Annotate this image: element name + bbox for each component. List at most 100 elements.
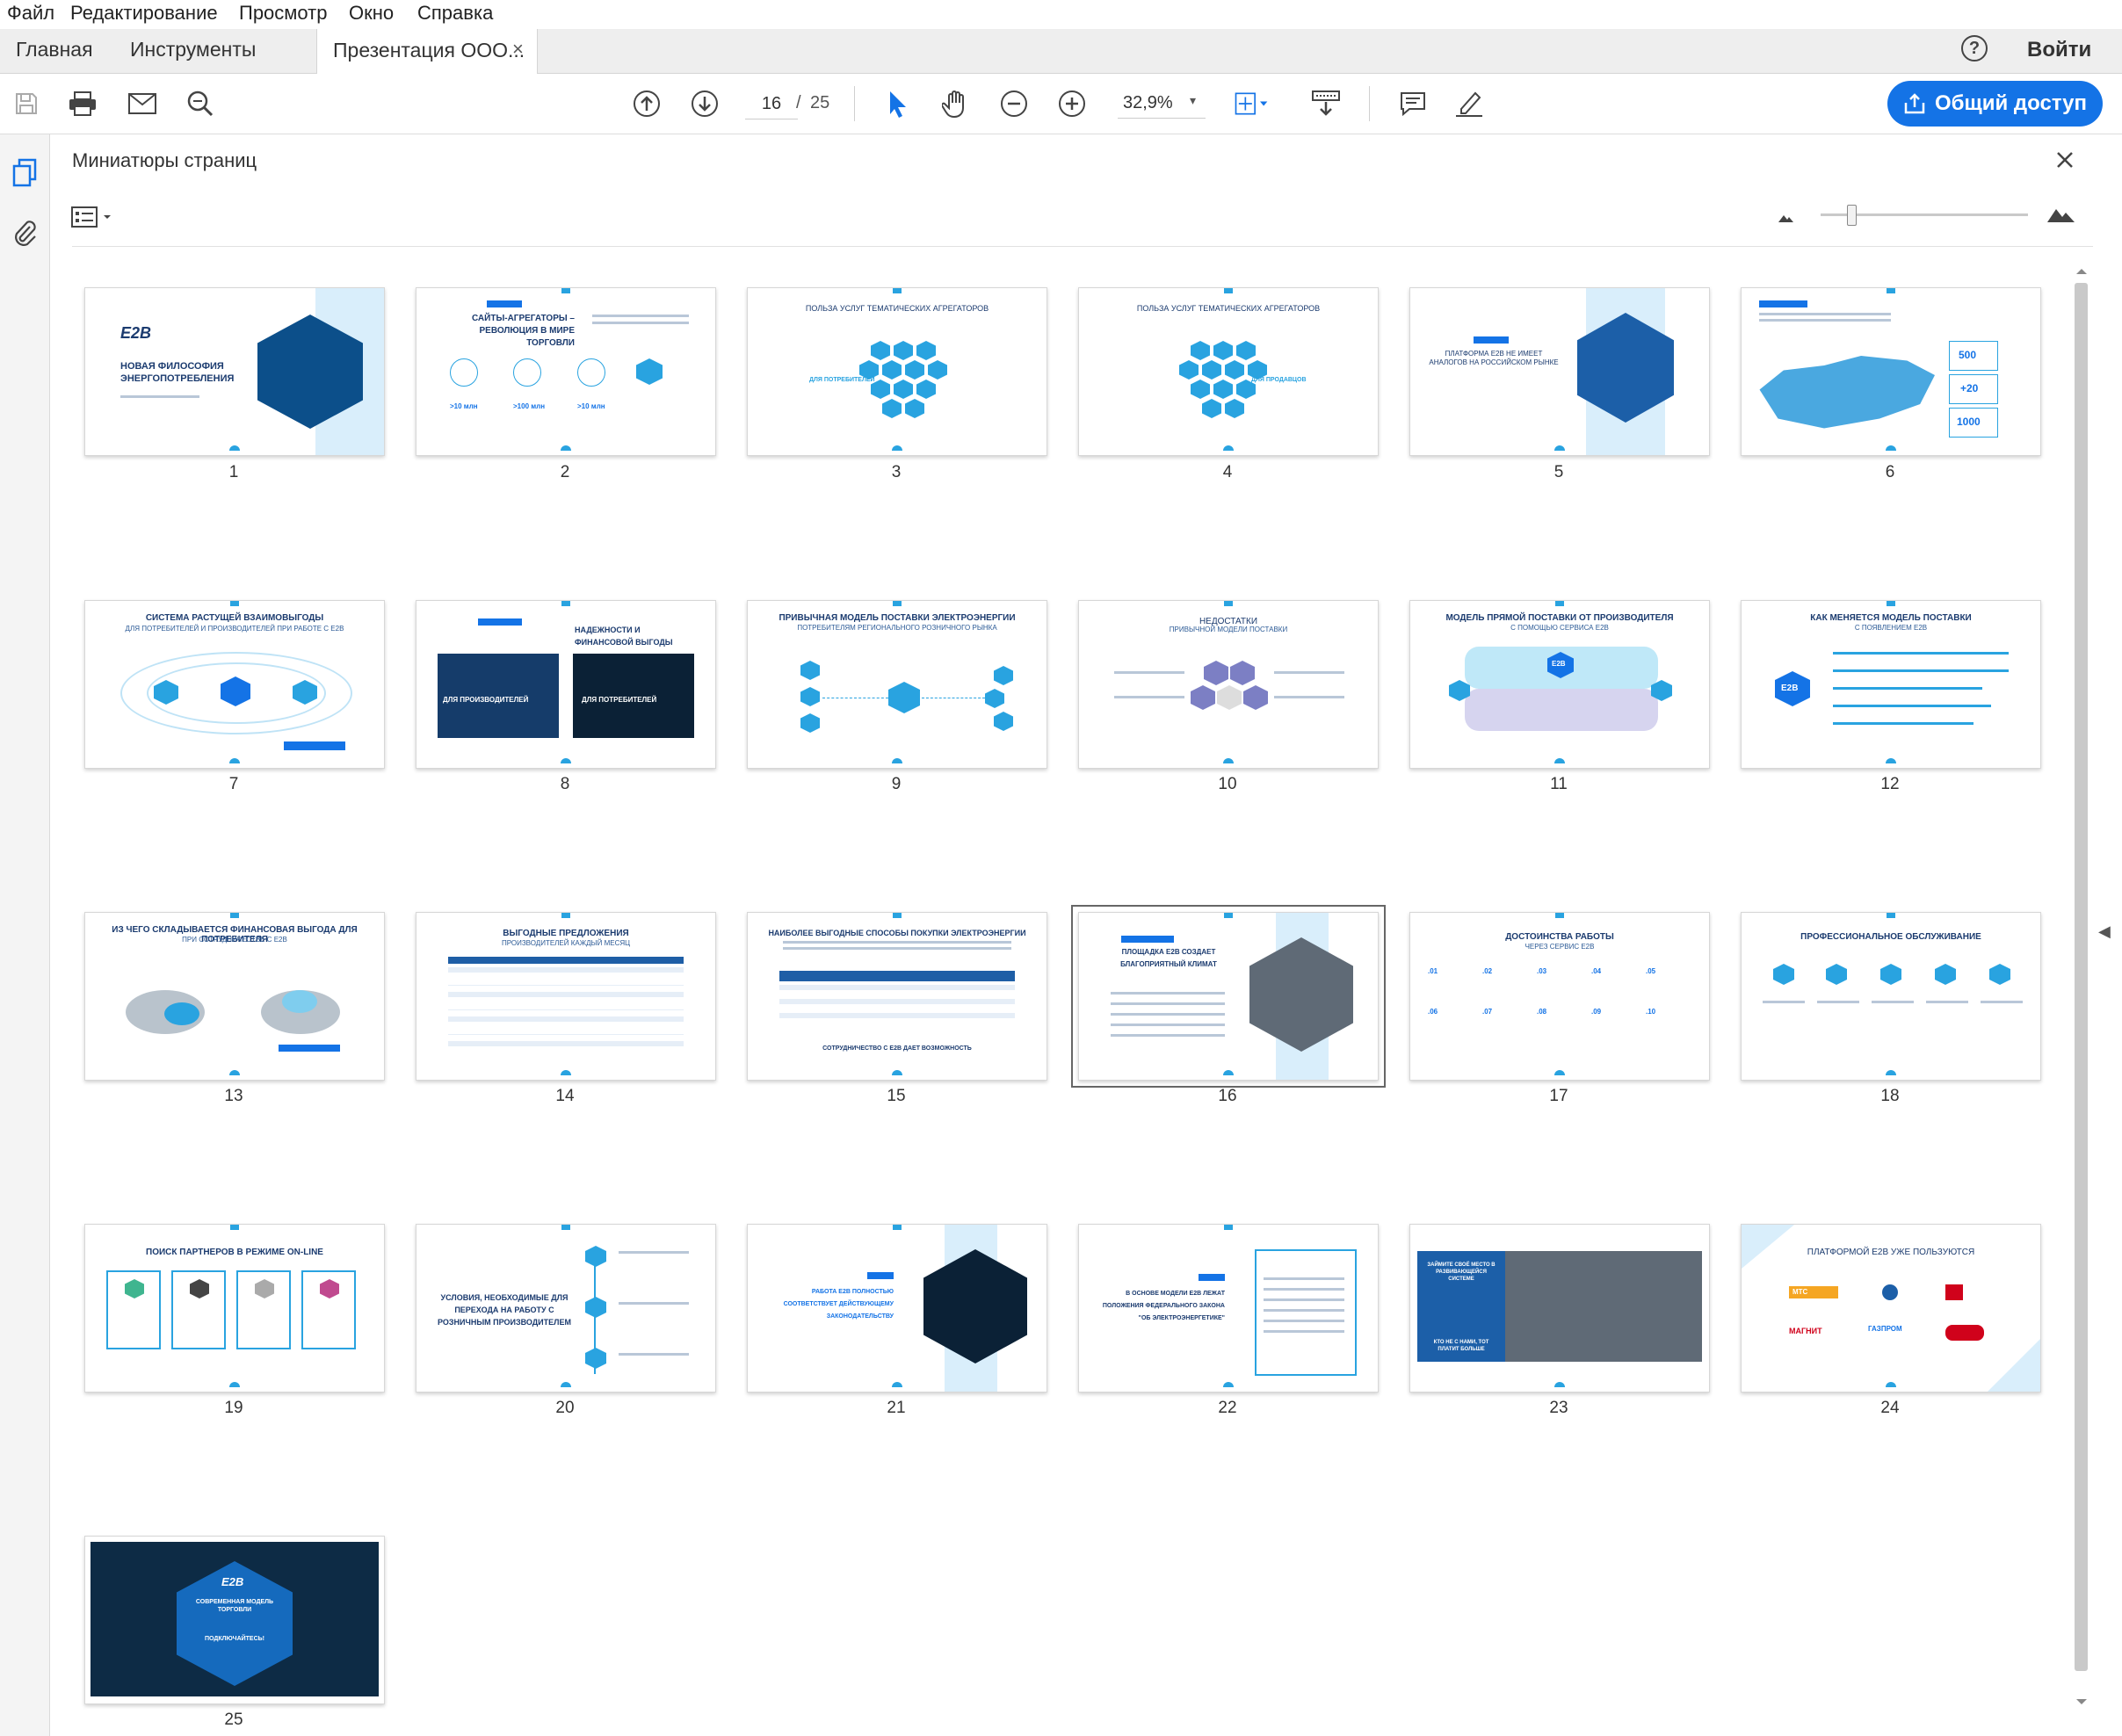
logo-gazprom: ГАЗПРОМ — [1868, 1325, 1902, 1333]
page-thumbnail-6[interactable]: 500 +20 1000 — [1741, 287, 2041, 456]
page-label: 2 — [560, 463, 570, 481]
previous-page-icon[interactable] — [629, 86, 664, 121]
page-label: 21 — [887, 1399, 906, 1417]
thumb-title: ДОСТОИНСТВА РАБОТЫ — [1505, 932, 1614, 942]
menu-file[interactable]: Файл — [7, 2, 54, 25]
thumb-subtitle: С ПОМОЩЬЮ СЕРВИСА E2B — [1510, 624, 1609, 632]
thumb-title: ПРИВЫЧНАЯ МОДЕЛЬ ПОСТАВКИ ЭЛЕКТРОЭНЕРГИИ — [779, 613, 1016, 623]
page-thumbnail-15[interactable]: НАИБОЛЕЕ ВЫГОДНЫЕ СПОСОБЫ ПОКУПКИ ЭЛЕКТР… — [747, 912, 1047, 1081]
menu-window[interactable]: Окно — [349, 2, 394, 25]
close-icon[interactable] — [2049, 144, 2081, 176]
thumb-subtitle: ДЛЯ ПОТРЕБИТЕЛЕЙ И ПРОИЗВОДИТЕЛЕЙ ПРИ РА… — [125, 625, 344, 633]
thumb-title: ВЫГОДНЫЕ ПРЕДЛОЖЕНИЯ — [503, 929, 629, 938]
page-number-input[interactable] — [745, 89, 798, 119]
page-thumbnail-20[interactable]: УСЛОВИЯ, НЕОБХОДИМЫЕ ДЛЯ ПЕРЕХОДА НА РАБ… — [416, 1224, 716, 1392]
scroll-up-icon[interactable] — [2072, 265, 2091, 278]
thumb-stat: .06 — [1428, 1008, 1438, 1016]
fit-page-icon[interactable] — [1234, 86, 1269, 121]
thumb-stat: .05 — [1646, 967, 1656, 975]
page-label: 11 — [1550, 775, 1568, 793]
signin-button[interactable]: Войти — [2027, 38, 2091, 62]
thumb-subtitle: ПОДКЛЮЧАЙТЕСЬ! — [204, 1636, 265, 1642]
comment-icon[interactable] — [1395, 86, 1430, 121]
page-thumbnail-22[interactable]: В ОСНОВЕ МОДЕЛИ E2B ЛЕЖАТ ПОЛОЖЕНИЯ ФЕДЕ… — [1078, 1224, 1379, 1392]
menu-view[interactable]: Просмотр — [239, 2, 327, 25]
menu-help[interactable]: Справка — [417, 2, 493, 25]
slider-handle[interactable] — [1846, 205, 1857, 226]
help-icon[interactable]: ? — [1961, 35, 1988, 61]
menu-edit[interactable]: Редактирование — [70, 2, 218, 25]
page-thumbnail-17[interactable]: ДОСТОИНСТВА РАБОТЫ ЧЕРЕЗ СЕРВИС E2B .01 … — [1409, 912, 1710, 1081]
draw-pen-icon[interactable] — [1452, 86, 1487, 121]
page-thumbnail-14[interactable]: ВЫГОДНЫЕ ПРЕДЛОЖЕНИЯ ПРОИЗВОДИТЕЛЕЙ КАЖД… — [416, 912, 716, 1081]
thumb-title: НАДЕЖНОСТИ И ФИНАНСОВОЙ ВЫГОДЫ — [575, 626, 673, 647]
page-thumbnail-5[interactable]: ПЛАТФОРМА E2B НЕ ИМЕЕТ АНАЛОГОВ НА РОССИ… — [1409, 287, 1710, 456]
page-label: 24 — [1880, 1399, 1900, 1417]
thumb-tag: ДЛЯ ПОТРЕБИТЕЛЕЙ — [809, 377, 875, 383]
shrink-thumbnails-icon[interactable] — [1777, 211, 1794, 228]
page-thumbnail-25[interactable]: E2B СОВРЕМЕННАЯ МОДЕЛЬ ТОРГОВЛИ ПОДКЛЮЧА… — [84, 1536, 385, 1704]
chevron-down-icon[interactable]: ▾ — [1190, 93, 1196, 108]
page-thumbnail-16[interactable]: ПЛОЩАДКА E2B СОЗДАЕТ БЛАГОПРИЯТНЫЙ КЛИМА… — [1071, 905, 1386, 1088]
page-thumbnail-3[interactable]: ПОЛЬЗА УСЛУГ ТЕМАТИЧЕСКИХ АГРЕГАТОРОВ ДЛ… — [747, 287, 1047, 456]
print-icon[interactable] — [65, 86, 100, 121]
vertical-scrollbar[interactable] — [2072, 264, 2091, 1713]
page-total: 25 — [810, 93, 830, 112]
attachment-icon[interactable] — [7, 215, 42, 250]
page-thumbnail-9[interactable]: ПРИВЫЧНАЯ МОДЕЛЬ ПОСТАВКИ ЭЛЕКТРОЭНЕРГИИ… — [747, 600, 1047, 769]
page-label: 1 — [228, 463, 239, 481]
tab-tools[interactable]: Инструменты — [130, 38, 256, 61]
panel-divider — [72, 246, 2093, 247]
page-thumbnail-8[interactable]: НАДЕЖНОСТИ И ФИНАНСОВОЙ ВЫГОДЫ ДЛЯ ПРОИЗ… — [416, 600, 716, 769]
page-thumbnail-18[interactable]: ПРОФЕССИОНАЛЬНОЕ ОБСЛУЖИВАНИЕ — [1741, 912, 2041, 1081]
tab-document[interactable]: Презентация ООО... × — [316, 29, 538, 74]
zoom-in-icon[interactable] — [1054, 86, 1090, 121]
page-thumbnails-icon[interactable] — [7, 156, 42, 191]
page-label: 25 — [224, 1711, 243, 1729]
logo-e2b: E2B — [120, 324, 152, 342]
find-zoom-icon[interactable] — [183, 86, 218, 121]
page-thumbnail-1[interactable]: E2B НОВАЯ ФИЛОСОФИЯ ЭНЕРГОПОТРЕБЛЕНИЯ — [84, 287, 385, 456]
save-icon[interactable] — [9, 86, 44, 121]
thumb-stat: .02 — [1482, 967, 1493, 975]
page-thumbnail-23[interactable]: ЗАЙМИТЕ СВОЁ МЕСТО В РАЗВИВАЮЩЕЙСЯ СИСТЕ… — [1409, 1224, 1710, 1392]
page-thumbnail-4[interactable]: ПОЛЬЗА УСЛУГ ТЕМАТИЧЕСКИХ АГРЕГАТОРОВ ДЛ… — [1078, 287, 1379, 456]
zoom-out-icon[interactable] — [996, 86, 1032, 121]
thumb-title: ПЛАТФОРМА E2B НЕ ИМЕЕТ АНАЛОГОВ НА РОССИ… — [1429, 350, 1559, 366]
scroll-down-icon[interactable] — [2072, 1696, 2091, 1708]
scroll-mode-icon[interactable] — [1308, 86, 1343, 121]
page-thumbnail-12[interactable]: КАК МЕНЯЕТСЯ МОДЕЛЬ ПОСТАВКИ С ПОЯВЛЕНИЕ… — [1741, 600, 2041, 769]
hand-tool-icon[interactable] — [938, 86, 974, 121]
scroll-thumb[interactable] — [2075, 283, 2088, 1671]
page-thumbnail-13[interactable]: ИЗ ЧЕГО СКЛАДЫВАЕТСЯ ФИНАНСОВАЯ ВЫГОДА Д… — [84, 912, 385, 1081]
toolbar-divider — [854, 86, 855, 121]
collapse-right-pane-icon[interactable]: ◀ — [2098, 922, 2111, 941]
page-label: 19 — [224, 1399, 243, 1417]
thumb-stat: >100 млн — [513, 402, 546, 410]
share-button[interactable]: Общий доступ — [1887, 81, 2103, 127]
page-thumbnail-19[interactable]: ПОИСК ПАРТНЕРОВ В РЕЖИМЕ ON-LINE — [84, 1224, 385, 1392]
page-thumbnail-11[interactable]: МОДЕЛЬ ПРЯМОЙ ПОСТАВКИ ОТ ПРОИЗВОДИТЕЛЯ … — [1409, 600, 1710, 769]
page-label: 20 — [555, 1399, 575, 1417]
thumb-subtitle: ПРИВЫЧНОЙ МОДЕЛИ ПОСТАВКИ — [1169, 626, 1288, 633]
page-thumbnail-2[interactable]: САЙТЫ-АГРЕГАТОРЫ – РЕВОЛЮЦИЯ В МИРЕ ТОРГ… — [416, 287, 716, 456]
page-thumbnail-24[interactable]: ПЛАТФОРМОЙ E2B УЖЕ ПОЛЬЗУЮТСЯ МТС МАГНИТ… — [1741, 1224, 2041, 1392]
page-thumbnail-21[interactable]: РАБОТА E2B ПОЛНОСТЬЮ СООТВЕТСТВУЕТ ДЕЙСТ… — [747, 1224, 1047, 1392]
enlarge-thumbnails-icon[interactable] — [2046, 204, 2075, 228]
email-icon[interactable] — [125, 86, 160, 121]
page-thumbnail-7[interactable]: СИСТЕМА РАСТУЩЕЙ ВЗАИМОВЫГОДЫ ДЛЯ ПОТРЕБ… — [84, 600, 385, 769]
thumb-title: СИСТЕМА РАСТУЩЕЙ ВЗАИМОВЫГОДЫ — [145, 613, 324, 623]
thumb-title: ПОИСК ПАРТНЕРОВ В РЕЖИМЕ ON-LINE — [146, 1248, 323, 1257]
thumb-title: МОДЕЛЬ ПРЯМОЙ ПОСТАВКИ ОТ ПРОИЗВОДИТЕЛЯ — [1445, 613, 1674, 623]
thumb-subtitle: КТО НЕ С НАМИ, ТОТ ПЛАТИТ БОЛЬШЕ — [1433, 1340, 1489, 1352]
thumbnail-options-button[interactable] — [70, 202, 119, 232]
thumb-stat: .09 — [1591, 1008, 1602, 1016]
tab-home[interactable]: Главная — [16, 38, 93, 61]
zoom-level[interactable]: 32,9% — [1123, 93, 1173, 113]
select-tool-icon[interactable] — [880, 86, 916, 121]
tab-close-icon[interactable]: × — [512, 38, 524, 61]
next-page-icon[interactable] — [687, 86, 722, 121]
page-label: 7 — [228, 775, 239, 793]
toolbar-divider — [1369, 86, 1370, 121]
page-thumbnail-10[interactable]: НЕДОСТАТКИ ПРИВЫЧНОЙ МОДЕЛИ ПОСТАВКИ — [1078, 600, 1379, 769]
